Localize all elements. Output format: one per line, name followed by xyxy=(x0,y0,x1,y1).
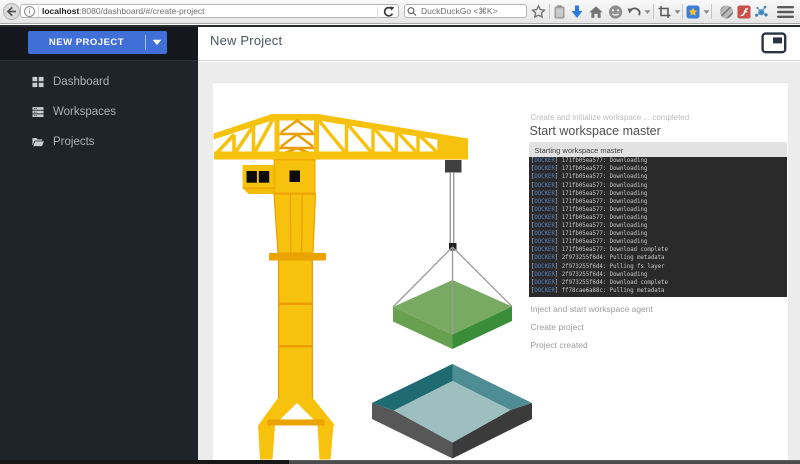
url-bar[interactable]: i localhost:8080/dashboard/#/create-proj… xyxy=(20,4,399,18)
sidebar-nav: Dashboard Workspaces xyxy=(0,67,198,157)
toolbar-separator xyxy=(653,4,654,19)
chevron-down-icon xyxy=(152,39,162,46)
flash-plugin-icon[interactable] xyxy=(737,5,751,19)
workspace-step: Inject and start workspace agent xyxy=(531,304,653,322)
log-line: [DOCKER] 2f973255f6d4: Download complete xyxy=(531,279,787,287)
undo-dropdown-caret[interactable] xyxy=(644,10,651,15)
feedback-smiley-icon[interactable] xyxy=(608,5,623,20)
site-info-icon[interactable]: i xyxy=(24,6,35,17)
log-line: [DOCKER] 171fb05ea577: Downloading xyxy=(531,206,787,214)
log-line: [DOCKER] 171fb05ea577: Downloading xyxy=(531,214,787,222)
log-line: [DOCKER] 2f973255f6d4: Pulling metadata xyxy=(531,254,787,262)
window-maximize-icon[interactable] xyxy=(761,32,787,54)
crane-illustration xyxy=(213,83,553,460)
crop-dropdown-caret[interactable] xyxy=(674,10,681,15)
main-content: Create and initialize workspace ... comp… xyxy=(198,62,800,460)
log-line: [DOCKER] 171fb05ea577: Downloading xyxy=(531,182,787,190)
toolbar-separator xyxy=(711,4,712,19)
workspace-status-line: Create and initialize workspace ... comp… xyxy=(531,113,690,122)
bottom-strip-dark xyxy=(0,460,289,464)
crane-mast xyxy=(269,194,326,398)
search-bar[interactable]: DuckDuckGo <⌘K> xyxy=(404,4,527,18)
log-line: [DOCKER] 171fb05ea577: Downloading xyxy=(531,238,787,246)
dashboard-icon xyxy=(32,76,44,88)
search-icon xyxy=(405,6,418,17)
projects-folder-icon xyxy=(32,136,44,148)
log-line: [DOCKER] 2f973255f6d4: Pulling fs layer xyxy=(531,263,787,271)
network-molecule-icon[interactable] xyxy=(754,5,769,20)
log-line: [DOCKER] 2f973255f6d4: Downloading xyxy=(531,271,787,279)
log-line: [DOCKER] 171fb05ea577: Downloading xyxy=(531,190,787,198)
console-title[interactable]: Starting workspace master xyxy=(529,142,787,157)
crane-cab xyxy=(243,160,316,194)
sidebar-item-dashboard[interactable]: Dashboard xyxy=(0,67,198,97)
undo-icon[interactable] xyxy=(627,6,641,19)
console-terminal[interactable]: [DOCKER] 171fb05ea577: Downloading[DOCKE… xyxy=(529,157,787,297)
browser-toolbar: i localhost:8080/dashboard/#/create-proj… xyxy=(0,0,800,24)
workspace-step: Project created xyxy=(531,340,653,358)
page-header: New Project xyxy=(198,27,800,61)
log-line: [DOCKER] 171fb05ea577: Download complete xyxy=(531,246,787,254)
crane-cable xyxy=(450,172,453,244)
crane-trolley xyxy=(445,160,462,173)
log-line: [DOCKER] 171fb05ea577: Downloading xyxy=(531,198,787,206)
new-project-button-label[interactable]: NEW PROJECT xyxy=(28,31,145,54)
workspace-loader-card: Create and initialize workspace ... comp… xyxy=(213,82,788,460)
log-line: [DOCKER] 171fb05ea577: Downloading xyxy=(531,165,787,173)
page-title: New Project xyxy=(210,33,282,48)
log-line: [DOCKER] 171fb05ea577: Downloading xyxy=(531,157,787,165)
back-button[interactable] xyxy=(3,3,20,20)
workspace-steps: Inject and start workspace agentCreate p… xyxy=(531,304,653,358)
sidebar-item-label: Dashboard xyxy=(53,76,109,88)
workspace-section-title: Start workspace master xyxy=(530,124,661,138)
toolbar-separator xyxy=(682,4,683,19)
console-panel: Starting workspace master [DOCKER] 171fb… xyxy=(529,142,787,297)
back-arrow-icon xyxy=(6,6,17,17)
download-icon[interactable] xyxy=(571,5,583,19)
log-line: [DOCKER] 171fb05ea577: Downloading xyxy=(531,222,787,230)
home-icon[interactable] xyxy=(589,6,603,19)
crop-tool-icon[interactable] xyxy=(658,6,671,19)
new-project-button[interactable]: NEW PROJECT xyxy=(28,31,167,54)
bottom-strip-highlight xyxy=(289,460,800,461)
sidebar-item-projects[interactable]: Projects xyxy=(0,127,198,157)
teal-tray xyxy=(372,364,532,459)
bottom-strip xyxy=(0,460,800,464)
sidebar-item-label: Projects xyxy=(53,136,95,148)
crane-jib xyxy=(214,114,469,160)
sidebar-item-workspaces[interactable]: Workspaces xyxy=(0,97,198,127)
log-line: [DOCKER] ff78cae6a88c: Pulling metadata xyxy=(531,287,787,295)
workspace-step: Create project xyxy=(531,322,653,340)
workspaces-icon xyxy=(32,106,44,118)
url-right-separator xyxy=(377,7,378,18)
log-line: [DOCKER] 171fb05ea577: Downloading xyxy=(531,230,787,238)
bookmark-star-icon[interactable] xyxy=(531,5,546,20)
bookmarks-dropdown-caret[interactable] xyxy=(703,10,710,15)
sidebar-item-label: Workspaces xyxy=(53,106,116,118)
toolbar-separator xyxy=(549,4,550,19)
sidebar: NEW PROJECT Dashboard xyxy=(0,27,198,460)
menu-hamburger-icon[interactable] xyxy=(777,6,794,19)
search-placeholder: DuckDuckGo <⌘K> xyxy=(421,6,498,17)
reload-icon[interactable] xyxy=(381,6,395,18)
new-project-dropdown[interactable] xyxy=(146,31,167,54)
url-separator xyxy=(38,6,39,17)
bookmarks-menu-icon[interactable] xyxy=(686,5,700,19)
pocket-icon[interactable] xyxy=(719,5,734,20)
sidebar-top-section: NEW PROJECT xyxy=(0,27,198,61)
log-line: [DOCKER] 171fb05ea577: Downloading xyxy=(531,173,787,181)
clipboard-icon[interactable] xyxy=(553,5,566,20)
url-text: localhost:8080/dashboard/#/create-projec… xyxy=(42,6,205,16)
crane-legs xyxy=(258,398,335,460)
